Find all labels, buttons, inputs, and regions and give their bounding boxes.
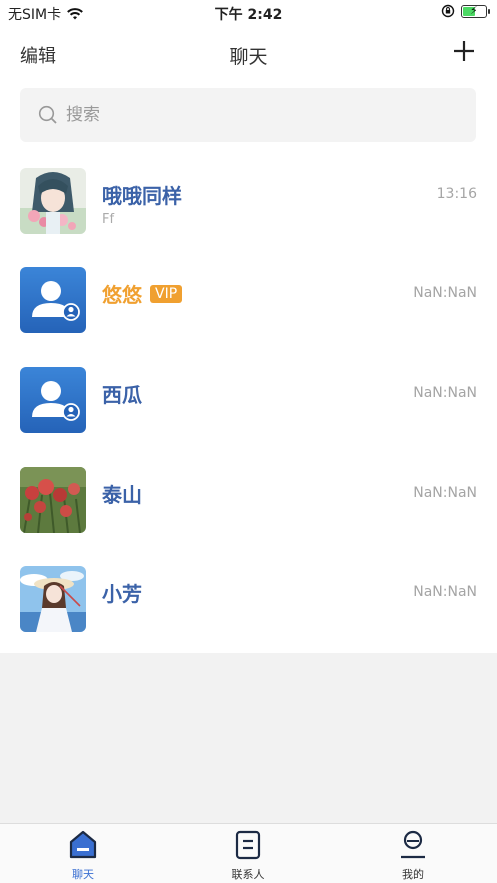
status-right: ⚡: [441, 3, 490, 18]
profile-tab-icon: [401, 830, 425, 859]
bottom-tab-bar: 聊天 联系人 我的: [0, 823, 497, 883]
tab-label: 聊天: [72, 868, 94, 881]
conversation-item[interactable]: 哦哦同样 Ff 13:16: [0, 168, 497, 268]
anime-girl-flowers-image: [20, 168, 86, 234]
status-bar: 无SIM卡 下午 2:42 ⚡: [0, 0, 497, 26]
navigation-bar: 编辑 聊天: [0, 30, 497, 78]
avatar: [20, 367, 86, 433]
contact-name: 西瓜: [102, 383, 142, 407]
default-user-icon: [32, 381, 80, 421]
orientation-lock-icon: [441, 4, 455, 18]
conversation-item[interactable]: 悠悠 VIP NaN:NaN: [0, 267, 497, 367]
battery-icon: ⚡: [461, 3, 490, 18]
message-time: NaN:NaN: [413, 584, 477, 600]
vip-badge: VIP: [150, 284, 183, 303]
avatar: [20, 467, 86, 533]
contact-name: 泰山: [102, 483, 142, 507]
message-time: NaN:NaN: [413, 285, 477, 301]
status-time: 下午 2:42: [214, 7, 283, 23]
anime-girl-sky-image: [20, 566, 86, 632]
message-time: NaN:NaN: [413, 485, 477, 501]
message-time: NaN:NaN: [413, 385, 477, 401]
red-flowers-photo: [20, 467, 86, 533]
message-time: 13:16: [436, 186, 477, 202]
chat-tab-icon: [69, 830, 97, 859]
tab-label: 联系人: [231, 868, 265, 881]
contact-name: 小芳: [102, 582, 142, 606]
default-user-icon: [32, 281, 80, 321]
search-input[interactable]: [66, 105, 446, 125]
search-icon: [38, 105, 57, 124]
contact-name-text: 悠悠: [102, 283, 142, 307]
contact-name: 悠悠 VIP: [102, 279, 183, 308]
conversation-item[interactable]: 小芳 NaN:NaN: [0, 566, 497, 666]
charging-bolt-icon: ⚡: [470, 3, 478, 17]
avatar: [20, 267, 86, 333]
tab-me[interactable]: 我的: [373, 830, 453, 882]
tab-contacts[interactable]: 联系人: [208, 830, 288, 882]
contacts-tab-icon: [235, 830, 261, 860]
add-icon[interactable]: [451, 38, 477, 64]
message-preview: Ff: [102, 212, 115, 227]
tab-label: 我的: [402, 868, 424, 881]
avatar: [20, 566, 86, 632]
avatar: [20, 168, 86, 234]
search-bar[interactable]: [20, 88, 476, 142]
contact-name: 哦哦同样: [102, 184, 182, 208]
page-title: 聊天: [229, 46, 268, 68]
tab-chat[interactable]: 聊天: [43, 830, 123, 882]
conversation-item[interactable]: 泰山 NaN:NaN: [0, 467, 497, 567]
conversation-item[interactable]: 西瓜 NaN:NaN: [0, 367, 497, 467]
